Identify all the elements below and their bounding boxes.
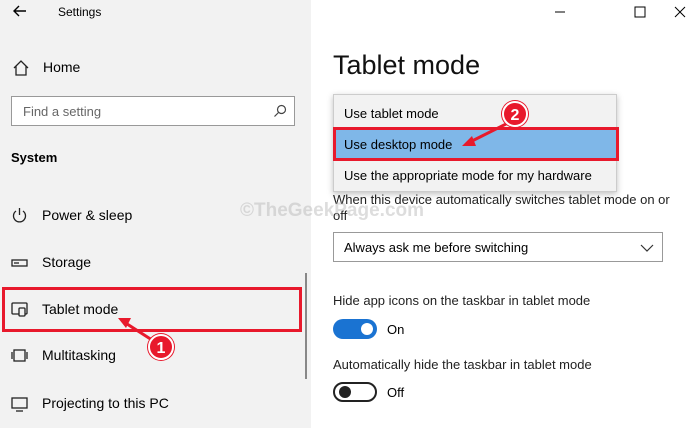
callout-arrows	[118, 119, 513, 342]
callout-badge-1: 1	[148, 334, 174, 360]
callout-badge-2: 2	[502, 101, 528, 127]
